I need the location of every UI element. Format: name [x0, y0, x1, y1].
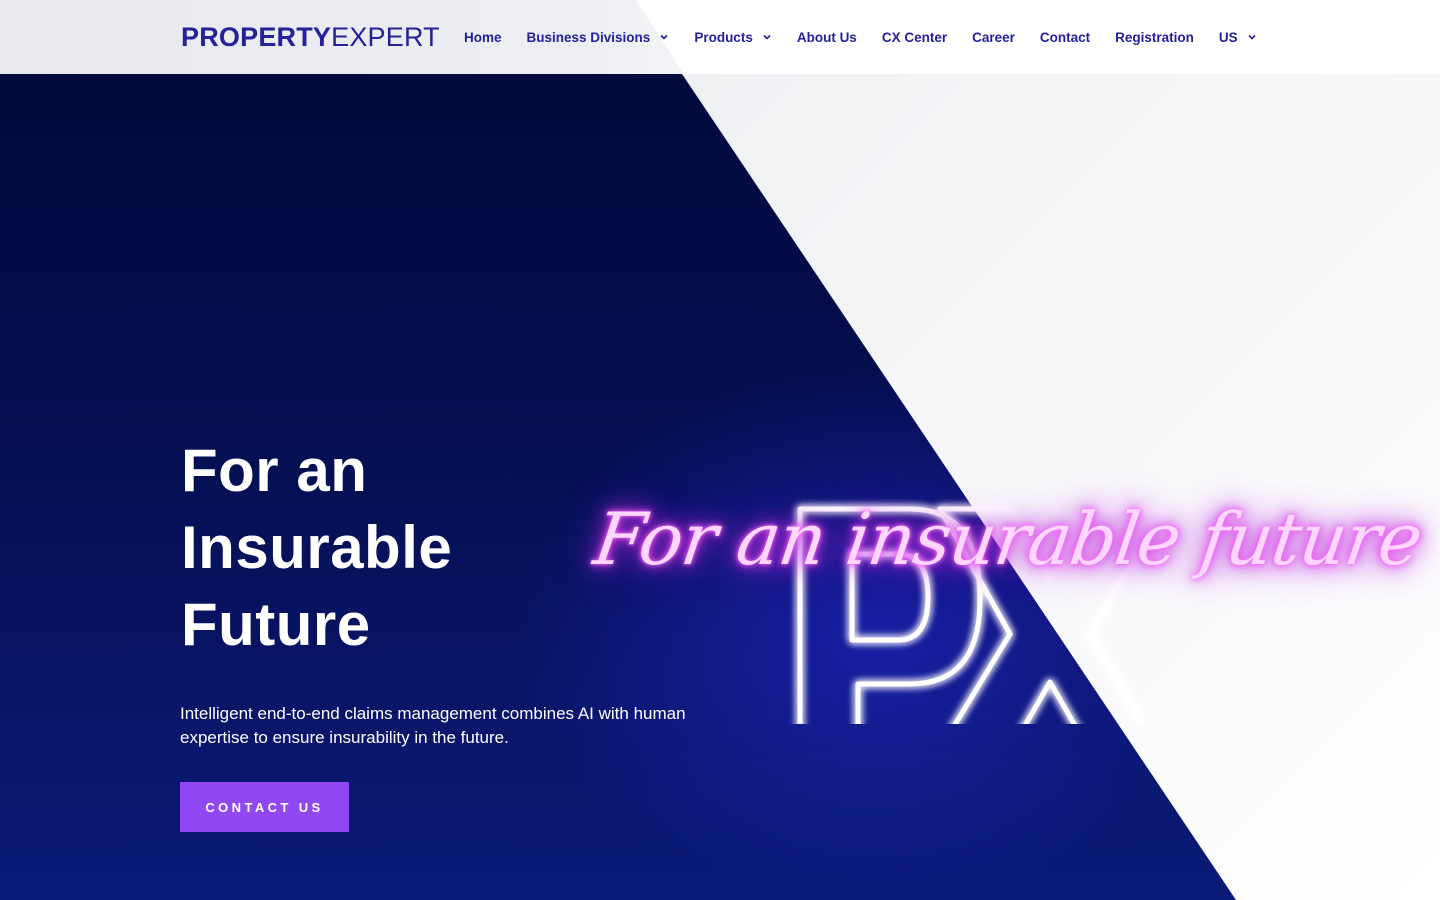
- nav-item-region-selector[interactable]: US: [1219, 30, 1257, 45]
- contact-us-button[interactable]: CONTACT US: [180, 782, 349, 832]
- nav-item-label: CX Center: [881, 29, 948, 45]
- nav-item-label: Career: [972, 29, 1015, 45]
- nav-item-label: Registration: [1115, 29, 1194, 45]
- site-header: PROPERTYEXPERT Home Business Divisions P…: [0, 0, 1440, 74]
- hero-description: Intelligent end-to-end claims management…: [180, 704, 686, 747]
- main-nav: Home Business Divisions Products About U…: [464, 27, 1257, 47]
- hero-title-line: Insurable: [181, 514, 453, 581]
- hero-title-line: For an: [181, 437, 368, 504]
- nav-item-label: Contact: [1039, 29, 1091, 45]
- hero-title: For an Insurable Future: [181, 432, 452, 663]
- chevron-down-icon: [660, 34, 668, 40]
- hero-title-line: Future: [181, 591, 371, 658]
- hero-section: For an insurable future For an Insurable…: [0, 74, 1440, 900]
- nav-item-label: US: [1218, 29, 1238, 45]
- nav-item-career[interactable]: Career: [972, 30, 1015, 45]
- page: PROPERTYEXPERT Home Business Divisions P…: [0, 0, 1440, 900]
- nav-item-registration[interactable]: Registration: [1115, 30, 1194, 45]
- nav-item-contact[interactable]: Contact: [1040, 30, 1090, 45]
- brand-logo[interactable]: PROPERTYEXPERT: [181, 22, 440, 52]
- logo-light-text: EXPERT: [331, 22, 440, 52]
- nav-item-label: About Us: [796, 29, 857, 45]
- nav-item-label: Products: [694, 29, 753, 45]
- chevron-down-icon: [1248, 34, 1256, 40]
- nav-item-home[interactable]: Home: [464, 30, 502, 45]
- nav-item-label: Business Divisions: [526, 29, 651, 45]
- nav-item-cx-center[interactable]: CX Center: [882, 30, 947, 45]
- nav-item-business-divisions[interactable]: Business Divisions: [527, 30, 670, 45]
- nav-item-about-us[interactable]: About Us: [797, 30, 857, 45]
- logo-bold-text: PROPERTY: [181, 22, 332, 52]
- neon-script-text: For an insurable future: [589, 497, 1427, 581]
- chevron-down-icon: [763, 34, 771, 40]
- nav-item-label: Home: [464, 29, 502, 45]
- nav-item-products[interactable]: Products: [694, 30, 772, 45]
